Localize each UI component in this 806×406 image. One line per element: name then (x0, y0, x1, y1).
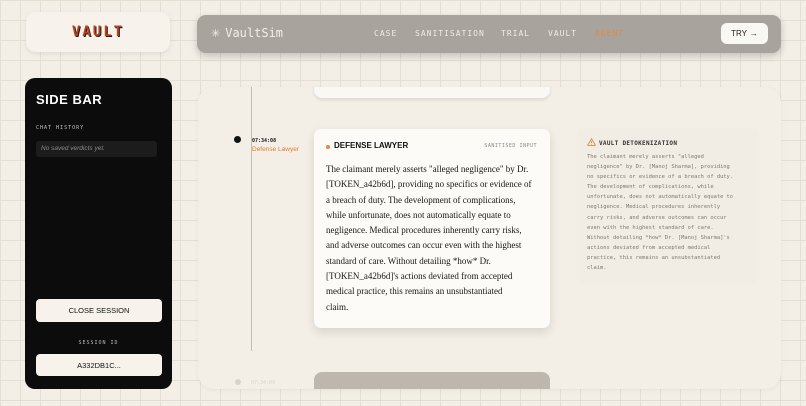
detok-line: practice, this remains an unsubstantiate… (587, 254, 721, 261)
sparkle-icon: ✳ (211, 27, 221, 40)
nav-link-sanitisation[interactable]: SANITISATION (415, 29, 485, 38)
arrow-right-icon: → (749, 29, 758, 38)
nav-link-vault[interactable]: VAULT (548, 29, 577, 38)
timeline-line (251, 87, 252, 351)
session-id-label: SESSION ID (78, 340, 119, 346)
detokenization-body: The claimant merely asserts "alleged neg… (587, 152, 752, 273)
message-card: DEFENSE LAWYER SANITISED INPUT The claim… (314, 129, 550, 328)
logo-card[interactable]: VAULT (26, 12, 170, 52)
detok-line: actions deviated from accepted medical (587, 244, 711, 251)
try-label: TRY (731, 29, 747, 38)
nav-link-trial[interactable]: TRIAL (501, 29, 530, 38)
message-line: a breach of duty. The development of com… (326, 194, 516, 205)
detok-line: carry risks, and adverse outcomes can oc… (587, 214, 727, 221)
transcript-panel[interactable]: 07:34:08 Defense Lawyer DEFENSE LAWYER S… (198, 87, 781, 389)
message-line: [TOKEN_a42b6d], providing no specifics o… (326, 179, 532, 190)
detok-line: The claimant merely asserts "alleged (587, 154, 704, 160)
timeline-dot (234, 136, 241, 143)
message-line: claim. (326, 301, 349, 312)
message-body: The claimant merely asserts "alleged neg… (326, 162, 540, 315)
speaker-dot (326, 145, 330, 149)
logo-text: VAULT (71, 24, 125, 40)
nav-link-case[interactable]: CASE (374, 29, 397, 38)
detokenization-panel: VAULT DETOKENIZATION The claimant merely… (577, 128, 759, 284)
message-line: negligence. Medical procedures inherentl… (326, 225, 522, 236)
chat-history-label: CHAT HISTORY (36, 125, 85, 131)
empty-history-message: No saved verdicts yet. (36, 141, 157, 157)
detok-line: unfortunate, does not automatically equa… (587, 194, 734, 201)
detok-line: negligence" by Dr. [Manoj Sharma], provi… (587, 164, 730, 171)
timeline-time: 07:34:08 (252, 138, 277, 144)
close-session-button[interactable]: CLOSE SESSION (36, 299, 162, 322)
top-navigation: ✳ VaultSim CASE SANITISATION TRIAL VAULT… (197, 15, 781, 53)
sanitised-input-tag: SANITISED INPUT (484, 143, 537, 149)
detok-line: Without detailing *how* Dr. [Manoj Sharm… (587, 234, 730, 241)
detok-line: negligence. Medical procedures inherentl… (587, 204, 721, 211)
nav-link-agent[interactable]: AGENT (595, 29, 624, 38)
brand-name: VaultSim (225, 26, 284, 40)
sidebar-title: SIDE BAR (36, 92, 103, 107)
detok-line: no specifics or evidence of a breach of … (587, 174, 734, 181)
warning-icon (587, 138, 596, 146)
next-message-card (314, 372, 550, 389)
sidebar: SIDE BAR CHAT HISTORY No saved verdicts … (25, 78, 172, 389)
previous-message-card (314, 87, 550, 98)
session-id-value[interactable]: A332DB1C... (36, 354, 162, 376)
message-line: while unfortunate, does not automaticall… (326, 209, 511, 220)
detokenization-title: VAULT DETOKENIZATION (599, 140, 678, 147)
message-line: The claimant merely asserts "alleged neg… (326, 164, 529, 174)
message-line: medical practice, this remains an unsubs… (326, 286, 503, 297)
message-line: and adverse outcomes can occur even with… (326, 240, 522, 251)
brand[interactable]: ✳ VaultSim (211, 26, 283, 40)
timeline-role: Defense Lawyer (252, 146, 299, 153)
message-line: [TOKEN_a42b6d]'s actions deviated from a… (326, 271, 513, 282)
detok-line: The development of complications, while (587, 184, 714, 191)
detok-line: even with the highest standard of care. (587, 224, 714, 231)
detok-line: claim. (587, 265, 607, 272)
message-line: standard of care. Without detailing *how… (326, 255, 491, 266)
next-timeline-time: 07:34:09 (251, 380, 276, 386)
next-timeline-dot (235, 379, 241, 385)
speaker-name: DEFENSE LAWYER (334, 141, 409, 150)
try-button[interactable]: TRY → (721, 23, 768, 44)
